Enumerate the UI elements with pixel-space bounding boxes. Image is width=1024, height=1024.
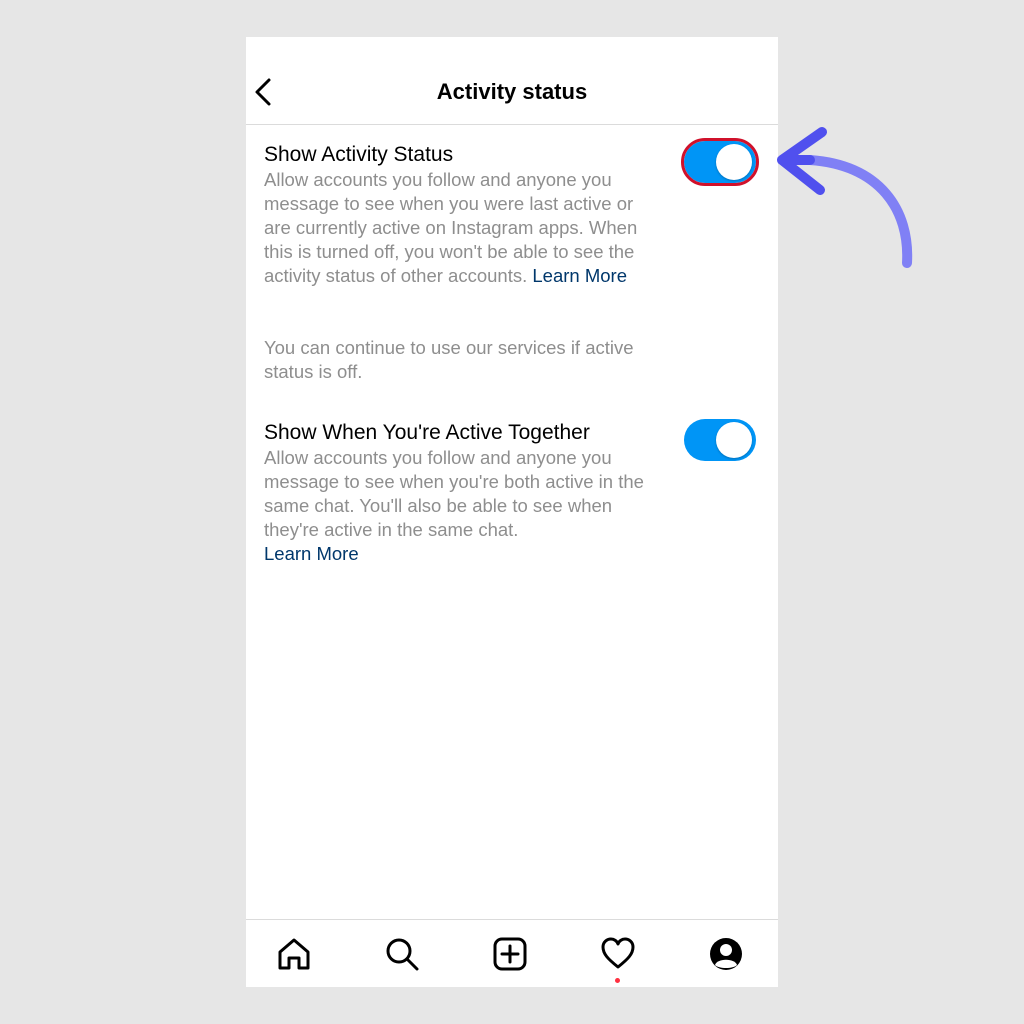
- annotation-arrow-icon: [777, 127, 913, 268]
- top-navigation-bar: Activity status: [246, 37, 778, 125]
- description-text: Allow accounts you follow and anyone you…: [264, 447, 644, 540]
- notification-dot: [615, 978, 620, 983]
- new-post-icon[interactable]: [492, 936, 528, 972]
- setting-title: Show Activity Status: [264, 143, 454, 166]
- show-activity-status-toggle[interactable]: [681, 138, 759, 186]
- bottom-tab-bar: [246, 919, 778, 988]
- activity-status-note: You can continue to use our services if …: [264, 337, 634, 382]
- page-title: Activity status: [436, 79, 588, 104]
- setting-description: Allow accounts you follow and anyone you…: [264, 446, 664, 566]
- setting-description: Allow accounts you follow and anyone you…: [264, 168, 664, 288]
- toggle-knob: [716, 422, 752, 458]
- show-active-together-toggle[interactable]: [684, 419, 756, 461]
- learn-more-link[interactable]: Learn More: [532, 265, 627, 286]
- learn-more-link[interactable]: Learn More: [264, 543, 359, 564]
- search-icon[interactable]: [384, 936, 420, 972]
- setting-show-active-together: Show When You're Active Together Allow a…: [264, 420, 664, 566]
- toggle-knob: [716, 144, 752, 180]
- activity-heart-icon[interactable]: [600, 936, 636, 972]
- home-icon[interactable]: [276, 936, 312, 972]
- profile-icon[interactable]: [708, 936, 744, 972]
- phone-screen: Activity status Show Activity Status All…: [246, 37, 778, 987]
- setting-title: Show When You're Active Together: [264, 421, 590, 444]
- setting-show-activity-status: Show Activity Status Allow accounts you …: [264, 142, 664, 288]
